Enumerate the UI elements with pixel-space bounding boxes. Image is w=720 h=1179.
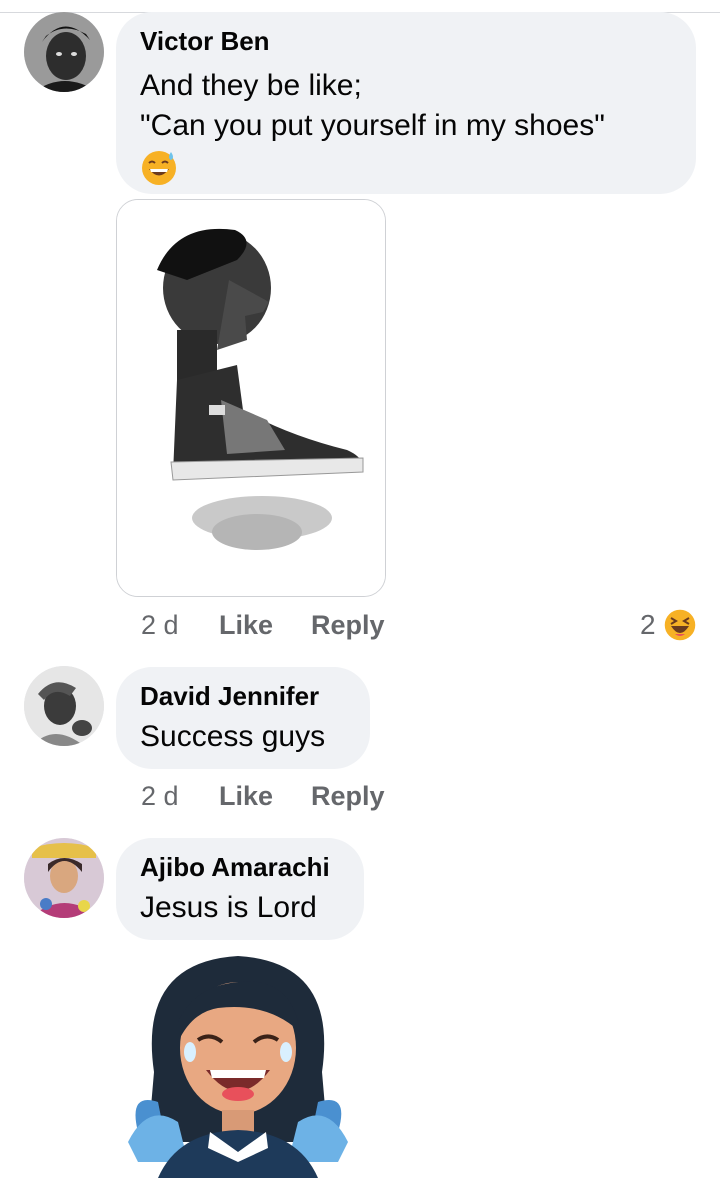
comment-text-line: And they be like; [140,69,362,102]
comment-author[interactable]: David Jennifer [140,681,346,711]
comment-text-line: "Can you put yourself in my shoes" [140,109,605,142]
comment-timestamp[interactable]: 2 d [141,610,179,641]
grinning-sweat-emoji-icon [142,151,176,185]
comment-image-attachment[interactable] [116,199,386,597]
like-button[interactable]: Like [219,610,273,641]
reply-button[interactable]: Reply [311,610,385,641]
comment-bubble[interactable]: David Jennifer Success guys [116,667,370,769]
profile-photo-icon [24,838,104,918]
comment-author[interactable]: Ajibo Amarachi [140,852,340,882]
avatar-victor-ben[interactable] [24,12,104,92]
profile-photo-icon [24,12,104,92]
comment-bubble[interactable]: Ajibo Amarachi Jesus is Lord [116,838,364,940]
reaction-count[interactable]: 2 [640,609,656,641]
comment-text-line: Success guys [140,720,326,753]
comment-timestamp[interactable]: 2 d [141,781,179,812]
profile-photo-icon [24,666,104,746]
like-button[interactable]: Like [219,781,273,812]
comment-actions: 2 d Like Reply [0,781,720,815]
avatar-david-jennifer[interactable] [24,666,104,746]
comment-text-line: Jesus is Lord [140,891,317,924]
reply-button[interactable]: Reply [311,781,385,812]
comment-author[interactable]: Victor Ben [140,26,672,56]
laughing-girl-sticker-icon[interactable] [118,952,358,1178]
head-on-sneaker-image [117,200,385,596]
laughing-squint-emoji-icon[interactable] [663,608,697,642]
comment-actions: 2 d Like Reply [0,610,720,644]
comment-bubble[interactable]: Victor Ben And they be like; "Can you pu… [116,12,696,194]
avatar-ajibo-amarachi[interactable] [24,838,104,918]
